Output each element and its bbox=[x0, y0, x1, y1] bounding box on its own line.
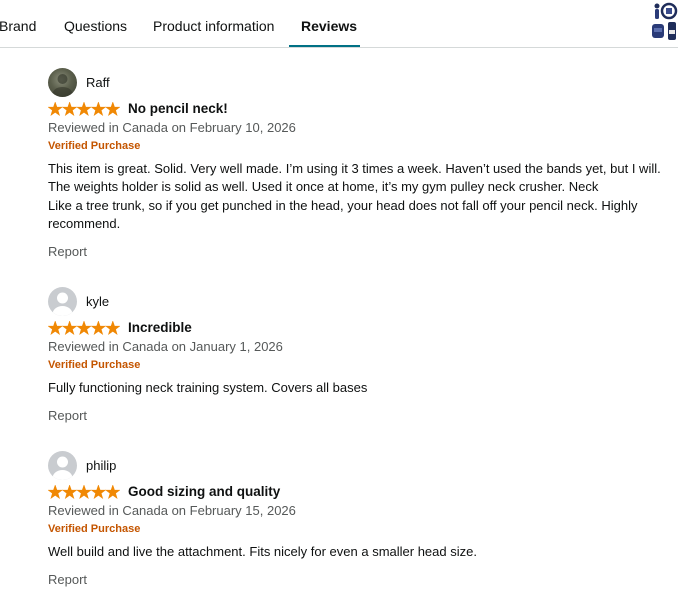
review-title: Incredible bbox=[128, 320, 192, 335]
verified-purchase-badge: Verified Purchase bbox=[48, 523, 141, 535]
review-body: Fully functioning neck training system. … bbox=[48, 379, 663, 397]
five-star-rating-icon bbox=[48, 321, 120, 335]
star-icon bbox=[90, 321, 107, 335]
star-icon bbox=[48, 321, 63, 335]
review-date: Reviewed in Canada on February 10, 2026 bbox=[48, 120, 296, 135]
star-icon bbox=[90, 102, 107, 116]
report-link[interactable]: Report bbox=[48, 408, 87, 423]
review-body-line: Well build and live the attachment. Fits… bbox=[48, 544, 477, 559]
report-link[interactable]: Report bbox=[48, 244, 87, 259]
review-body-line: Like a tree trunk, so if you get punched… bbox=[48, 197, 638, 213]
star-icon bbox=[48, 102, 63, 116]
review-item: philip Good sizing and quality Reviewed … bbox=[48, 451, 668, 591]
active-tab-indicator bbox=[289, 45, 360, 47]
product-thumbnail[interactable] bbox=[648, 0, 678, 44]
verified-purchase-badge: Verified Purchase bbox=[48, 359, 141, 371]
tab-product-information[interactable]: Product information bbox=[153, 0, 274, 48]
product-thumbnail-image bbox=[648, 0, 678, 44]
review-title: No pencil neck! bbox=[128, 101, 228, 116]
review-title: Good sizing and quality bbox=[128, 484, 281, 499]
tab-reviews[interactable]: Reviews bbox=[301, 0, 357, 48]
star-icon bbox=[76, 321, 92, 335]
reviewer-profile[interactable]: Raff bbox=[48, 68, 348, 97]
reviewer-name: philip bbox=[86, 458, 117, 473]
review-body: This item is great. Solid. Very well mad… bbox=[48, 160, 663, 233]
five-star-rating-icon bbox=[48, 102, 120, 116]
review-title-row[interactable]: No pencil neck! bbox=[48, 101, 648, 119]
review-body-line: This item is great. Solid. Very well mad… bbox=[48, 161, 661, 176]
star-icon bbox=[61, 485, 78, 499]
report-link[interactable]: Report bbox=[48, 572, 87, 587]
review-date: Reviewed in Canada on January 1, 2026 bbox=[48, 339, 283, 354]
product-page: Brand Questions Product information Revi… bbox=[0, 0, 678, 593]
reviewer-profile[interactable]: philip bbox=[48, 451, 348, 480]
star-icon bbox=[105, 102, 120, 116]
review-item: Raff No pencil neck! Reviewed in Canada … bbox=[48, 68, 668, 263]
default-user-icon bbox=[52, 292, 73, 316]
default-user-icon bbox=[52, 456, 73, 480]
review-body: Well build and live the attachment. Fits… bbox=[48, 543, 663, 561]
star-icon bbox=[48, 485, 63, 499]
tab-questions[interactable]: Questions bbox=[64, 0, 127, 48]
review-title-row[interactable]: Incredible bbox=[48, 320, 648, 338]
star-icon bbox=[76, 102, 92, 116]
star-icon bbox=[61, 102, 78, 116]
star-icon bbox=[61, 321, 78, 335]
review-body-line: The weights holder is solid as well. Use… bbox=[48, 179, 599, 195]
star-icon bbox=[105, 321, 120, 335]
review-body-line: recommend. bbox=[48, 215, 121, 231]
star-icon bbox=[105, 485, 120, 499]
star-icon bbox=[90, 485, 107, 499]
avatar bbox=[48, 68, 77, 97]
reviewer-name: Raff bbox=[86, 75, 110, 90]
review-body-line: Fully functioning neck training system. … bbox=[48, 380, 368, 395]
five-star-rating-icon bbox=[48, 485, 120, 499]
review-item: kyle Incredible Reviewed in Canada on Ja… bbox=[48, 287, 668, 427]
reviewer-name: kyle bbox=[86, 294, 110, 309]
review-title-row[interactable]: Good sizing and quality bbox=[48, 484, 648, 502]
star-icon bbox=[76, 485, 92, 499]
review-date: Reviewed in Canada on February 15, 2026 bbox=[48, 503, 296, 518]
avatar bbox=[48, 451, 77, 480]
avatar bbox=[48, 287, 77, 316]
product-tab-bar: Brand Questions Product information Revi… bbox=[0, 0, 678, 48]
reviewer-profile[interactable]: kyle bbox=[48, 287, 348, 316]
verified-purchase-badge: Verified Purchase bbox=[48, 140, 141, 152]
tab-brand[interactable]: Brand bbox=[0, 0, 36, 48]
